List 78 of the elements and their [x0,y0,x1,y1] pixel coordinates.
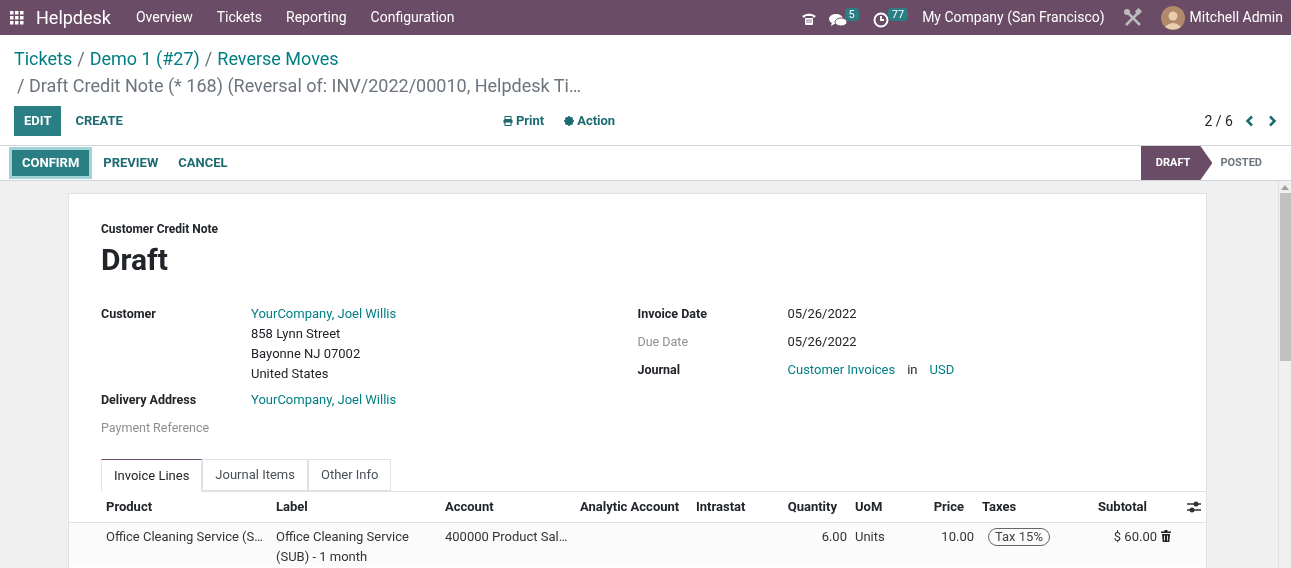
status-stage[interactable]: DRAFT [1140,146,1213,180]
field-label: Due Date [637,333,690,351]
form-tab[interactable]: Invoice Lines [101,459,203,492]
activity-count-badge: 77 [887,7,909,21]
date-text: 05/26/2022 [787,333,857,351]
column-header: Label [275,498,309,517]
column-header: Analytic Account [579,498,681,517]
menu-item[interactable]: Reporting [274,7,359,28]
gear-icon [564,116,575,126]
next-icon[interactable] [1267,115,1277,127]
field-label: Journal [637,361,682,379]
breadcrumb-link[interactable]: Tickets [14,47,73,71]
header-button[interactable]: CANCEL [168,150,238,176]
form-tab[interactable]: Other Info [307,459,392,491]
column-header: Quantity [786,498,838,517]
date-text: 05/26/2022 [787,305,857,323]
app-name-link[interactable]: Helpdesk [36,4,111,31]
field-link[interactable]: YourCompany, Joel Willis [251,304,397,324]
action-button[interactable]: Action [560,106,620,136]
trash-icon[interactable] [1161,530,1171,542]
apps-menu-icon[interactable] [10,10,24,25]
field-label: Payment Reference [101,419,211,437]
column-settings-icon[interactable] [1185,500,1202,514]
table-cell-text: Office Cleaning Service (SUB) - 1 month [275,528,410,566]
menu-item[interactable]: Tickets [204,7,274,28]
table-cell-text: 10.00 [940,528,975,546]
field-label: Delivery Address [101,391,198,409]
chat-icon [828,11,847,28]
column-header: UoM [854,498,884,517]
document-type: Customer Credit Note [101,221,220,238]
user-menu[interactable]: Mitchell Admin [1160,5,1283,30]
column-header: Price [932,498,965,517]
form-tab[interactable]: Journal Items [202,459,308,491]
breadcrumb-separator: / [77,47,85,71]
column-header: Taxes [981,498,1018,517]
address-line: 858 Lynn Street [251,325,342,343]
column-header: Product [105,498,154,517]
scrollbar-thumb[interactable] [1279,193,1291,361]
field-text: in [907,361,918,379]
address-line: United States [251,365,330,383]
table-cell-text: Units [854,528,886,546]
breadcrumb-link[interactable]: Demo 1 (#27) [89,47,200,71]
breadcrumb-separator: / [204,47,213,71]
breadcrumb-link[interactable]: Reverse Moves [217,47,339,71]
address-line: Bayonne NJ 07002 [251,345,362,363]
field-link[interactable]: YourCompany, Joel Willis [251,390,397,410]
column-header: Subtotal [1097,498,1148,517]
edit-button[interactable]: EDIT [14,106,62,136]
printer-icon [502,116,513,126]
header-button[interactable]: CONFIRM [12,150,90,176]
field-link[interactable]: Customer Invoices [787,360,896,380]
message-count-badge: 5 [844,7,859,21]
column-header: Account [444,498,495,517]
scrollbar[interactable] [1278,181,1291,568]
table-cell-text: Office Cleaning Service (S… [105,528,264,546]
messages-button[interactable]: 5 [828,7,859,28]
header-button[interactable]: PREVIEW [93,150,169,176]
clock-icon [872,11,889,28]
status-stage[interactable]: POSTED [1212,146,1278,180]
field-label: Invoice Date [637,305,708,323]
table-cell-text: 6.00 [820,528,848,546]
previous-icon[interactable] [1245,115,1255,127]
create-button[interactable]: CREATE [61,106,137,136]
menu-item[interactable]: Overview [124,7,205,28]
avatar-icon [1160,5,1185,30]
record-title: / Draft Credit Note (* 168) (Reversal of: INV/2022/00010, Helpdesk Ti… [16,74,582,98]
document-name: Draft [101,242,169,278]
pager-value: 2 / 6 [1204,111,1233,131]
table-cell-text: 400000 Product Sal… [444,528,569,546]
menu-item[interactable]: Configuration [358,7,467,28]
field-link[interactable]: USD [929,360,955,380]
column-header: Intrastat [695,498,747,517]
activities-button[interactable]: 77 [872,7,909,28]
table-cell-text: $ 60.00 [1112,528,1158,546]
company-switcher[interactable]: My Company (San Francisco) [922,7,1105,28]
field-label: Customer [101,305,157,323]
tools-icon[interactable] [1122,7,1143,28]
print-button[interactable]: Print [498,106,549,136]
